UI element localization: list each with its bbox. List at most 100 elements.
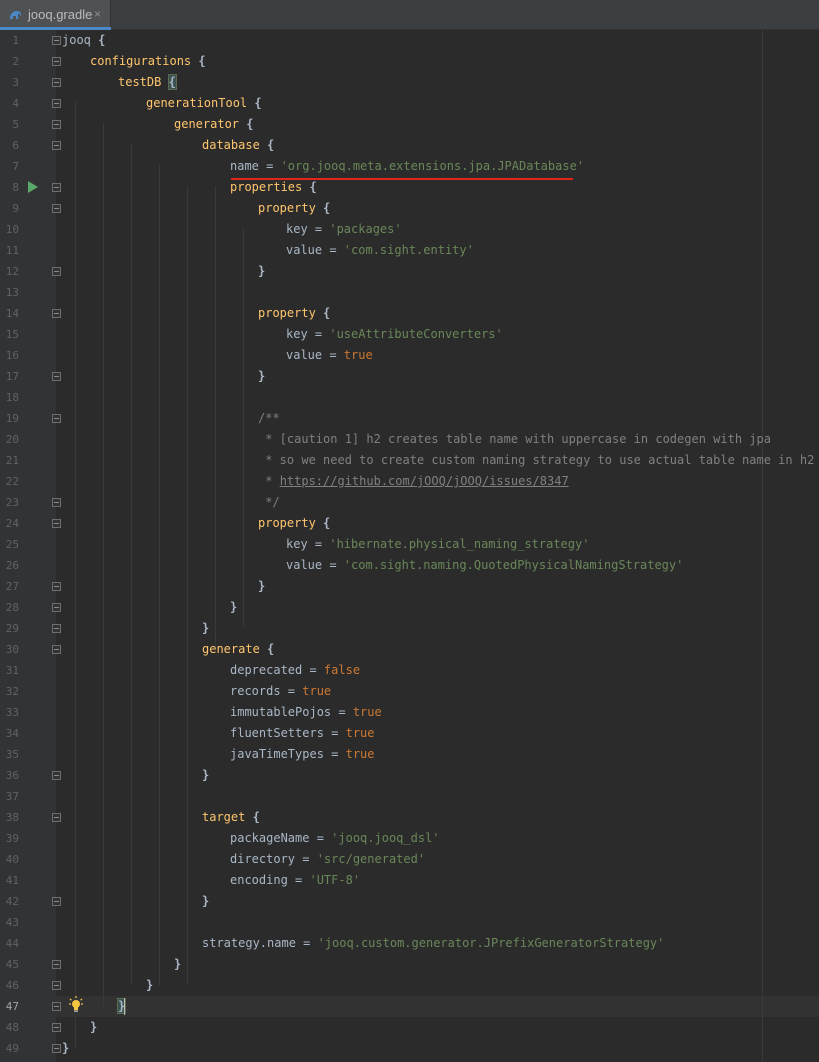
fold-open-icon[interactable] xyxy=(52,519,61,528)
code-token: properties xyxy=(230,180,310,194)
code-line[interactable]: records = true xyxy=(230,681,331,702)
code-line[interactable]: } xyxy=(62,1038,69,1059)
code-token: true xyxy=(345,747,375,761)
line-number: 39 xyxy=(5,832,19,845)
code-token: /** xyxy=(258,411,280,425)
code-line[interactable]: } xyxy=(202,765,209,786)
code-line[interactable]: property { xyxy=(258,303,330,324)
caret-row-highlight xyxy=(56,996,819,1017)
fold-close-icon[interactable] xyxy=(52,1044,61,1053)
fold-close-icon[interactable] xyxy=(52,771,61,780)
code-line[interactable]: generate { xyxy=(202,639,274,660)
fold-close-icon[interactable] xyxy=(52,624,61,633)
fold-open-icon[interactable] xyxy=(52,78,61,87)
code-line[interactable]: key = 'useAttributeConverters' xyxy=(286,324,503,345)
fold-close-icon[interactable] xyxy=(52,603,61,612)
fold-close-icon[interactable] xyxy=(52,897,61,906)
code-line[interactable]: value = true xyxy=(286,345,373,366)
code-line[interactable]: } xyxy=(230,597,237,618)
code-line[interactable]: * https://github.com/jOOQ/jOOQ/issues/83… xyxy=(258,471,568,492)
fold-close-icon[interactable] xyxy=(52,1002,61,1011)
code-token: 'hibernate.physical_naming_strategy' xyxy=(329,537,590,551)
code-line[interactable]: property { xyxy=(258,513,330,534)
code-token: 'com.sight.naming.QuotedPhysicalNamingSt… xyxy=(343,558,684,572)
code-line[interactable]: generationTool { xyxy=(146,93,262,114)
fold-open-icon[interactable] xyxy=(52,309,61,318)
fold-close-icon[interactable] xyxy=(52,1023,61,1032)
fold-open-icon[interactable] xyxy=(52,141,61,150)
code-line[interactable]: * [caution 1] h2 creates table name with… xyxy=(258,429,771,450)
fold-open-icon[interactable] xyxy=(52,645,61,654)
fold-close-icon[interactable] xyxy=(52,582,61,591)
code-line[interactable]: testDB { xyxy=(118,72,177,93)
line-number: 29 xyxy=(5,622,19,635)
code-line[interactable]: name = 'org.jooq.meta.extensions.jpa.JPA… xyxy=(230,156,584,177)
code-token: { xyxy=(309,180,317,194)
code-line[interactable]: immutablePojos = true xyxy=(230,702,382,723)
code-line[interactable]: strategy.name = 'jooq.custom.generator.J… xyxy=(202,933,664,954)
code-line[interactable]: value = 'com.sight.entity' xyxy=(286,240,474,261)
code-line[interactable]: jooq { xyxy=(62,30,105,51)
code-line[interactable]: database { xyxy=(202,135,274,156)
fold-open-icon[interactable] xyxy=(52,204,61,213)
line-number: 18 xyxy=(5,391,19,404)
code-line[interactable]: } xyxy=(258,366,265,387)
line-number: 42 xyxy=(5,895,19,908)
code-token: jooq xyxy=(62,33,99,47)
lightbulb-icon[interactable] xyxy=(69,996,83,1014)
code-line[interactable]: property { xyxy=(258,198,330,219)
run-gutter-icon[interactable] xyxy=(28,181,38,193)
line-number: 7 xyxy=(12,160,19,173)
code-token: value = xyxy=(286,558,344,572)
code-token: { xyxy=(267,642,275,656)
code-line[interactable]: fluentSetters = true xyxy=(230,723,375,744)
fold-close-icon[interactable] xyxy=(52,267,61,276)
code-line[interactable]: encoding = 'UTF-8' xyxy=(230,870,360,891)
code-line[interactable]: packageName = 'jooq.jooq_dsl' xyxy=(230,828,440,849)
tab-jooq-gradle[interactable]: jooq.gradle × xyxy=(0,0,111,30)
fold-close-icon[interactable] xyxy=(52,372,61,381)
fold-open-icon[interactable] xyxy=(52,813,61,822)
code-line[interactable]: deprecated = false xyxy=(230,660,360,681)
code-token: 'packages' xyxy=(329,222,402,236)
fold-close-icon[interactable] xyxy=(52,960,61,969)
code-line[interactable]: } xyxy=(258,261,265,282)
code-token: * xyxy=(258,474,280,488)
code-line[interactable]: */ xyxy=(258,492,279,513)
code-line[interactable]: } xyxy=(202,618,209,639)
fold-close-icon[interactable] xyxy=(52,981,61,990)
fold-open-icon[interactable] xyxy=(52,183,61,192)
code-line[interactable]: value = 'com.sight.naming.QuotedPhysical… xyxy=(286,555,683,576)
fold-open-icon[interactable] xyxy=(52,36,61,45)
code-line[interactable]: target { xyxy=(202,807,260,828)
editor-tab-bar: jooq.gradle × xyxy=(0,0,819,30)
code-line[interactable]: } xyxy=(90,1017,97,1038)
code-line[interactable]: generator { xyxy=(174,114,253,135)
fold-open-icon[interactable] xyxy=(52,120,61,129)
line-number: 40 xyxy=(5,853,19,866)
line-number: 33 xyxy=(5,706,19,719)
code-line[interactable]: directory = 'src/generated' xyxy=(230,849,425,870)
code-token: { xyxy=(167,74,177,90)
code-line[interactable]: key = 'packages' xyxy=(286,219,402,240)
code-line[interactable]: javaTimeTypes = true xyxy=(230,744,375,765)
code-token: false xyxy=(323,663,361,677)
fold-open-icon[interactable] xyxy=(52,99,61,108)
line-number: 20 xyxy=(5,433,19,446)
code-token: { xyxy=(254,96,262,110)
code-line[interactable]: } xyxy=(202,891,209,912)
code-line[interactable]: } xyxy=(174,954,181,975)
line-number: 19 xyxy=(5,412,19,425)
code-line[interactable]: properties { xyxy=(230,177,317,198)
code-line[interactable]: } xyxy=(146,975,153,996)
code-line[interactable]: } xyxy=(258,576,265,597)
code-line[interactable]: key = 'hibernate.physical_naming_strateg… xyxy=(286,534,589,555)
code-line[interactable]: configurations { xyxy=(90,51,206,72)
fold-close-icon[interactable] xyxy=(52,498,61,507)
line-number: 41 xyxy=(5,874,19,887)
code-line[interactable]: * so we need to create custom naming str… xyxy=(258,450,814,471)
fold-open-icon[interactable] xyxy=(52,57,61,66)
close-icon[interactable]: × xyxy=(94,7,101,21)
code-line[interactable]: /** xyxy=(258,408,280,429)
fold-open-icon[interactable] xyxy=(52,414,61,423)
